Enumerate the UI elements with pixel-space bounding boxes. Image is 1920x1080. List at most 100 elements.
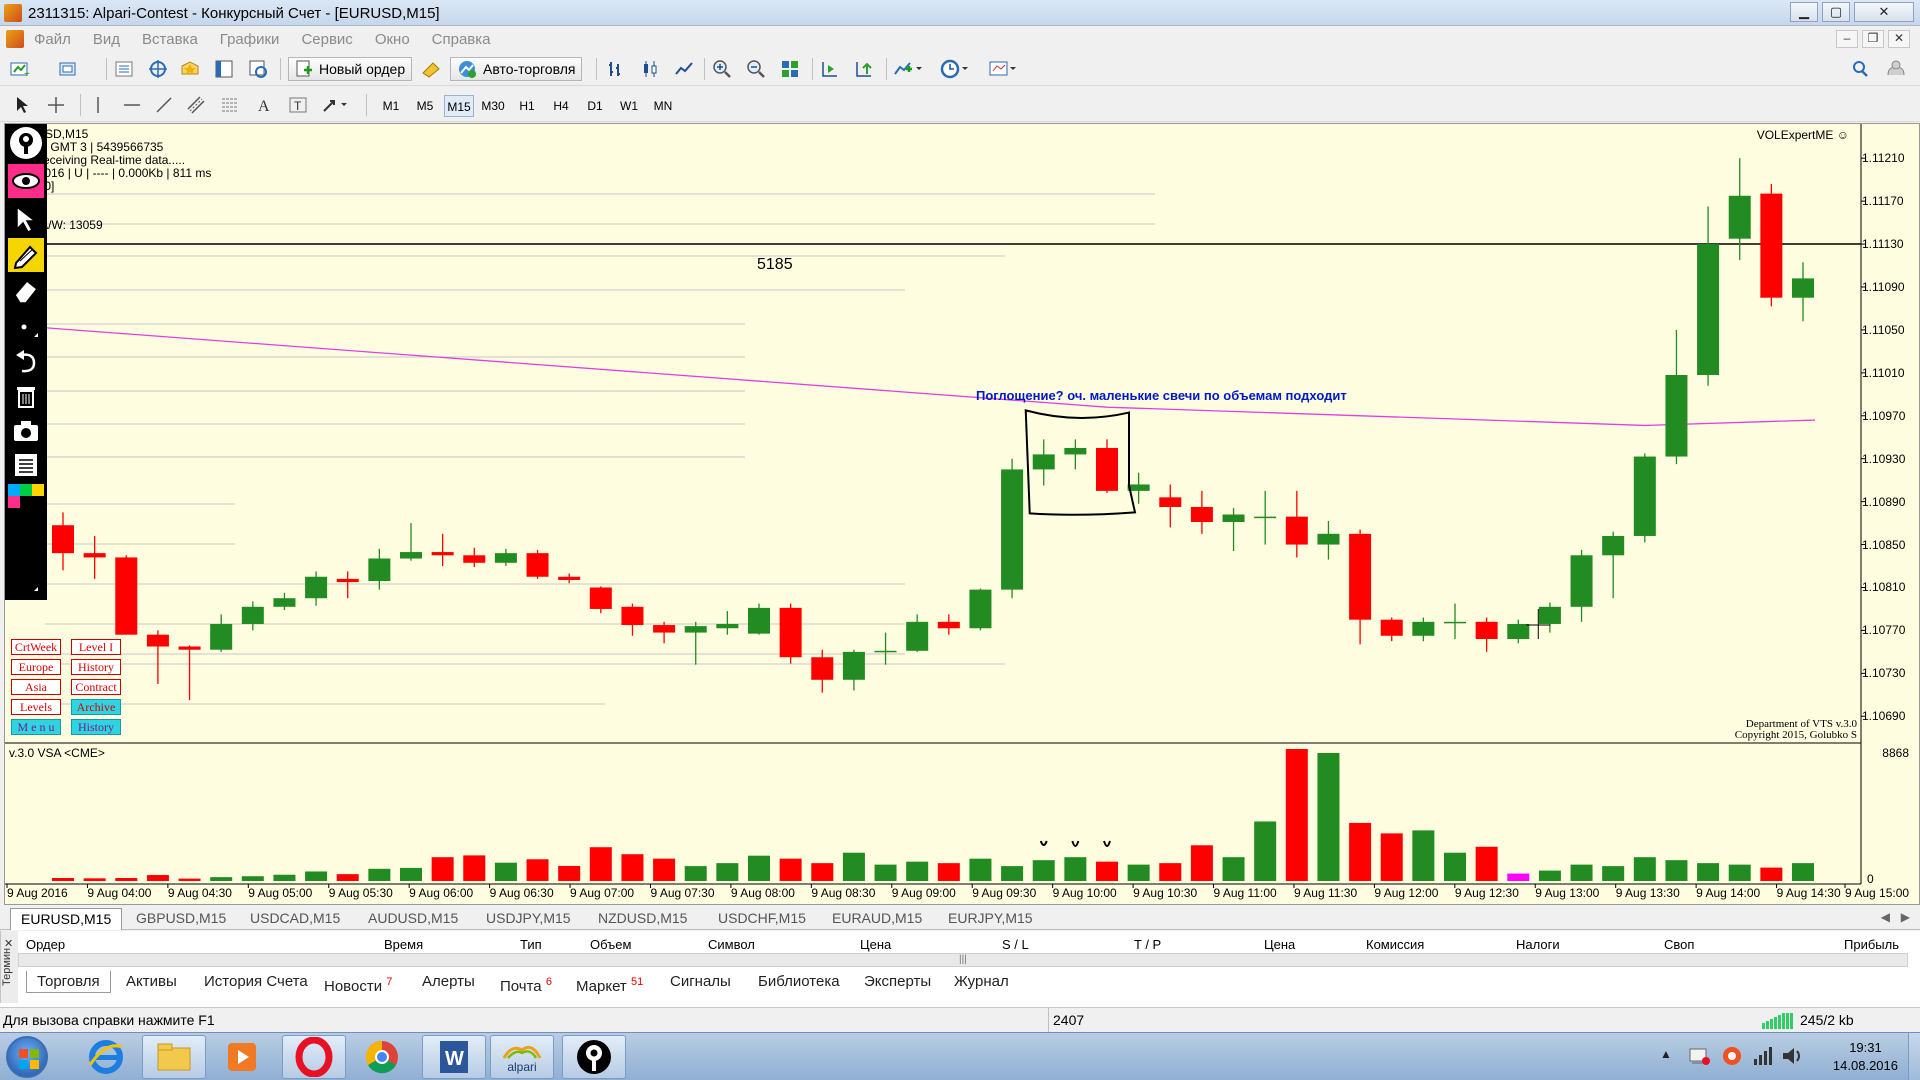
symbol-tab-usdchf-m15[interactable]: USDCHF,M15 [708, 908, 816, 930]
timeframe-m5[interactable]: M5 [410, 95, 440, 117]
menu-item-6[interactable]: Справка [432, 31, 491, 48]
menu-item-0[interactable]: Файл [34, 31, 71, 48]
timeframe-m1[interactable]: M1 [376, 95, 406, 117]
search-icon[interactable] [1848, 57, 1872, 81]
taskbar-clock[interactable]: 19:31 14.08.2016 [1833, 1039, 1898, 1075]
timeframe-d1[interactable]: D1 [580, 95, 610, 117]
cursor-icon[interactable] [10, 93, 34, 117]
chart-shift-icon[interactable] [818, 57, 842, 81]
line-chart-icon[interactable] [672, 57, 696, 81]
symbol-tab-audusd-m15[interactable]: AUDUSD,M15 [358, 908, 468, 930]
periods-icon[interactable] [940, 57, 970, 81]
terminal-column-header[interactable]: Цена [1264, 937, 1295, 952]
terminal-column-header[interactable]: Символ [708, 937, 755, 952]
timeframe-h1[interactable]: H1 [512, 95, 542, 117]
opera-browser-icon[interactable] [282, 1035, 346, 1079]
trash-icon[interactable] [8, 378, 44, 412]
chart-window-icon[interactable] [6, 30, 24, 48]
crosshair-icon[interactable] [44, 93, 68, 117]
panel-button-contract[interactable]: Contract [71, 679, 121, 695]
panel-button-levels[interactable]: Levels [11, 699, 61, 715]
chrome-browser-icon[interactable] [350, 1035, 414, 1079]
terminal-tab-1[interactable]: Активы [116, 971, 187, 993]
panel-button-menu[interactable]: M e n u [11, 719, 61, 735]
menu-item-5[interactable]: Окно [375, 31, 410, 48]
tile-windows-icon[interactable] [778, 57, 802, 81]
pencil-tool-icon[interactable] [8, 238, 44, 272]
symbol-tab-usdjpy-m15[interactable]: USDJPY,M15 [476, 908, 581, 930]
menu-item-2[interactable]: Вставка [142, 31, 198, 48]
data-window-icon[interactable] [146, 57, 170, 81]
price-chart-canvas[interactable]: 0 [5, 124, 1920, 905]
panel-resize-icon[interactable] [8, 564, 44, 598]
symbol-tab-usdcad-m15[interactable]: USDCAD,M15 [240, 908, 350, 930]
symbol-tab-eurjpy-m15[interactable]: EURJPY,M15 [938, 908, 1043, 930]
new-chart-icon[interactable]: + [8, 57, 32, 81]
symbol-tab-eurusd-m15[interactable]: EURUSD,M15 [10, 908, 123, 930]
navigator-icon[interactable] [178, 57, 202, 81]
tabs-right-arrow-icon[interactable]: ▶ [1901, 910, 1910, 924]
terminal-column-header[interactable]: Своп [1664, 937, 1694, 952]
zoom-out-icon[interactable] [744, 57, 768, 81]
pointer-tool-icon[interactable] [8, 202, 44, 236]
symbol-tab-gbpusd-m15[interactable]: GBPUSD,M15 [126, 908, 236, 930]
tray-network-icon[interactable] [1688, 1045, 1712, 1070]
terminal-column-header[interactable]: S / L [1002, 937, 1029, 952]
market-watch-icon[interactable] [112, 57, 136, 81]
strategy-tester-icon[interactable] [246, 57, 270, 81]
terminal-column-header[interactable]: Тип [520, 937, 542, 952]
fibonacci-icon[interactable] [218, 93, 242, 117]
pin-tool-app[interactable] [562, 1035, 626, 1079]
mdi-close-button[interactable]: ✕ [1888, 30, 1910, 48]
terminal-icon[interactable] [212, 57, 236, 81]
terminal-column-header[interactable]: Объем [590, 937, 631, 952]
terminal-column-header[interactable]: Комиссия [1366, 937, 1424, 952]
profiles-icon[interactable] [56, 57, 80, 81]
terminal-tab-7[interactable]: Сигналы [660, 971, 741, 993]
panel-button-europe[interactable]: Europe [11, 659, 61, 675]
terminal-tab-9[interactable]: Эксперты [854, 971, 941, 993]
menu-item-4[interactable]: Сервис [301, 31, 352, 48]
timeframe-mn[interactable]: MN [648, 95, 678, 117]
symbol-tab-euraud-m15[interactable]: EURAUD,M15 [822, 908, 932, 930]
timeframe-w1[interactable]: W1 [614, 95, 644, 117]
timeframe-h4[interactable]: H4 [546, 95, 576, 117]
tray-signal-icon[interactable] [1752, 1045, 1774, 1070]
mdi-restore-button[interactable]: ❐ [1862, 30, 1884, 48]
maximize-button[interactable]: ▢ [1822, 2, 1850, 22]
text-label-icon[interactable]: T [286, 93, 310, 117]
bar-chart-icon[interactable] [604, 57, 628, 81]
templates-icon[interactable] [988, 57, 1018, 81]
trendline-icon[interactable] [152, 93, 176, 117]
panel-button-history[interactable]: History [71, 719, 121, 735]
metaeditor-icon[interactable] [420, 57, 444, 81]
tray-display-icon[interactable] [1720, 1045, 1744, 1070]
alpari-terminal-app[interactable]: alpari [490, 1035, 554, 1079]
lock-pin-icon[interactable] [8, 126, 44, 160]
terminal-column-header[interactable]: T / P [1134, 937, 1161, 952]
autoscroll-icon[interactable] [852, 57, 876, 81]
symbol-tab-nzdusd-m15[interactable]: NZDUSD,M15 [588, 908, 697, 930]
media-player-icon[interactable] [210, 1035, 274, 1079]
timeframe-m30[interactable]: M30 [478, 95, 508, 117]
terminal-tab-6[interactable]: Маркет 51 [566, 971, 653, 995]
eraser-tool-icon[interactable] [8, 274, 44, 308]
undo-icon[interactable] [8, 344, 44, 378]
panel-button-archive[interactable]: Archive [71, 699, 121, 715]
terminal-column-header[interactable]: Налоги [1516, 937, 1560, 952]
terminal-tab-5[interactable]: Почта 6 [490, 971, 562, 995]
panel-button-history[interactable]: History [71, 659, 121, 675]
color-palette-icon[interactable] [8, 484, 44, 520]
terminal-tab-8[interactable]: Библиотека [748, 971, 850, 993]
panel-button-crtweek[interactable]: CrtWeek [11, 639, 61, 655]
start-button[interactable] [6, 1036, 48, 1078]
zoom-in-icon[interactable] [710, 57, 734, 81]
terminal-tab-0[interactable]: Торговля [26, 971, 111, 993]
terminal-column-header[interactable]: Ордер [26, 937, 65, 952]
internet-explorer-icon[interactable] [74, 1035, 138, 1079]
show-desktop-button[interactable] [1908, 1033, 1920, 1080]
panel-button-asia[interactable]: Asia [11, 679, 61, 695]
timeframe-m15[interactable]: M15 [444, 95, 474, 117]
camera-icon[interactable] [8, 414, 44, 448]
terminal-column-header[interactable]: Время [384, 937, 423, 952]
